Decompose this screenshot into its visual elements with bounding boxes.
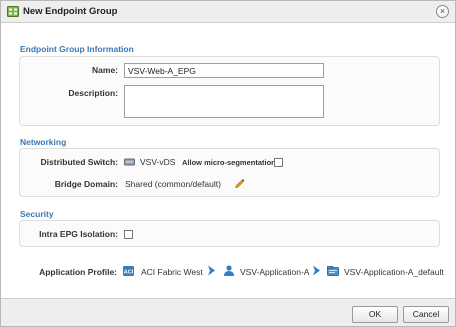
- name-input[interactable]: [124, 63, 324, 78]
- close-icon[interactable]: ×: [436, 5, 449, 18]
- chevron-right-icon: [312, 265, 321, 278]
- aci-fabric-icon: ACI: [123, 266, 134, 278]
- intra-epg-isolation-label: Intra EPG Isolation:: [39, 229, 118, 239]
- security-heading: Security: [20, 209, 54, 219]
- dialog-title: New Endpoint Group: [23, 6, 118, 17]
- ok-button[interactable]: OK: [352, 306, 398, 323]
- endpoint-group-icon: [7, 6, 19, 17]
- app-profile-path-item: VSV-Application-A_default: [344, 267, 444, 277]
- networking-heading: Networking: [20, 137, 67, 147]
- intra-epg-isolation-checkbox[interactable]: [124, 230, 133, 239]
- pencil-edit-icon[interactable]: [234, 177, 245, 190]
- new-endpoint-group-dialog: New Endpoint Group × Endpoint Group Info…: [0, 0, 456, 327]
- networking-panel: Distributed Switch: VSV-vDS Allow micro-…: [19, 148, 440, 197]
- micro-segmentation-checkbox[interactable]: [274, 158, 283, 167]
- description-textarea[interactable]: [124, 85, 324, 118]
- app-profile-path-item: VSV-Application-A: [240, 267, 310, 277]
- name-label: Name:: [92, 65, 118, 75]
- svg-text:ACI: ACI: [124, 269, 134, 275]
- bridge-domain-value: Shared (common/default): [125, 179, 221, 189]
- description-label: Description:: [68, 88, 118, 98]
- endpoint-group-info-heading: Endpoint Group Information: [20, 44, 134, 54]
- dialog-footer: OK Cancel: [1, 298, 455, 326]
- application-profile-label: Application Profile:: [39, 267, 117, 277]
- bridge-domain-label: Bridge Domain:: [54, 179, 118, 189]
- micro-segmentation-label: Allow micro-segmentation:: [182, 158, 279, 167]
- application-profile-icon: [327, 266, 339, 278]
- distributed-switch-value: VSV-vDS: [140, 157, 176, 167]
- dialog-titlebar[interactable]: New Endpoint Group ×: [1, 1, 455, 23]
- security-panel: Intra EPG Isolation:: [19, 220, 440, 247]
- tenant-users-icon: [223, 265, 235, 278]
- distributed-switch-label: Distributed Switch:: [40, 157, 118, 167]
- cancel-button[interactable]: Cancel: [403, 306, 449, 323]
- network-switch-icon: [124, 158, 135, 168]
- endpoint-group-info-panel: Name: Description:: [19, 56, 440, 126]
- app-profile-path-item: ACI Fabric West: [141, 267, 203, 277]
- chevron-right-icon: [207, 265, 216, 278]
